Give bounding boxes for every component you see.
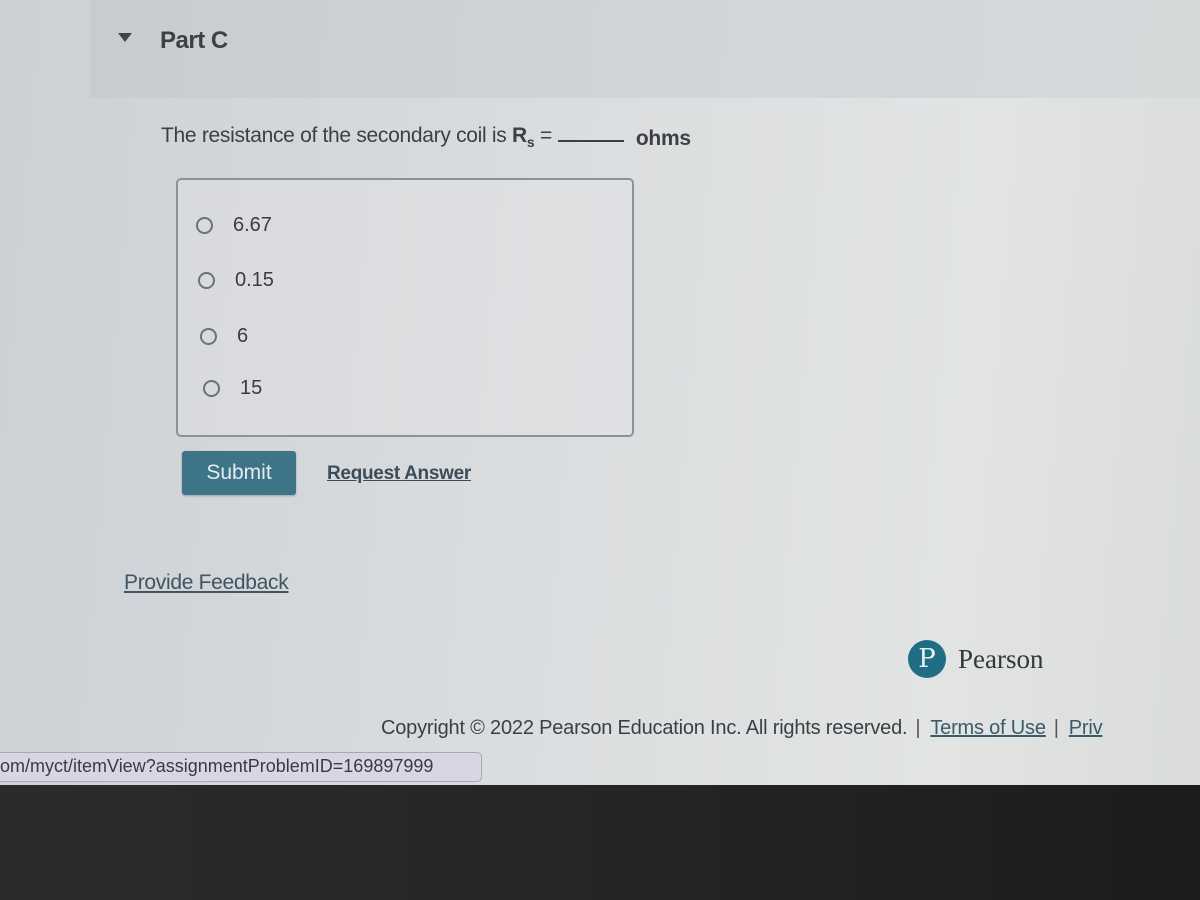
page-background: Part C The resistance of the secondary c…: [0, 0, 1200, 785]
provide-feedback-link[interactable]: Provide Feedback: [124, 571, 289, 595]
submit-button[interactable]: Submit: [182, 451, 296, 495]
terms-of-use-link[interactable]: Terms of Use: [930, 717, 1046, 739]
part-title: Part C: [160, 27, 228, 54]
option-label: 15: [240, 377, 263, 399]
copyright-text: Copyright © 2022 Pearson Education Inc. …: [381, 717, 908, 739]
answer-options: 6.67 0.15 6 15: [176, 178, 634, 437]
option-15[interactable]: 15: [203, 377, 262, 400]
answer-blank: [557, 140, 624, 142]
question-subscript: s: [526, 134, 535, 151]
triangle-down-icon[interactable]: [118, 33, 132, 42]
monitor-bezel: [0, 785, 1200, 900]
part-header[interactable]: [90, 0, 1200, 98]
equals-sign: =: [539, 124, 552, 147]
option-6-67[interactable]: 6.67: [196, 214, 272, 237]
pearson-logo: P Pearson: [908, 640, 1043, 678]
radio-button[interactable]: [198, 272, 215, 289]
privacy-link[interactable]: Priv: [1069, 717, 1103, 739]
request-answer-link[interactable]: Request Answer: [327, 463, 471, 485]
option-label: 6.67: [233, 214, 272, 236]
option-6[interactable]: 6: [200, 325, 248, 348]
pearson-p-icon: P: [908, 640, 946, 678]
option-label: 0.15: [235, 269, 274, 291]
question-variable: R: [512, 124, 527, 147]
footer-separator: |: [915, 717, 921, 739]
status-bar-url: om/myct/itemView?assignmentProblemID=169…: [0, 752, 482, 782]
unit-label: ohms: [635, 127, 691, 150]
footer: Copyright © 2022 Pearson Education Inc. …: [381, 717, 1103, 740]
radio-button[interactable]: [203, 380, 220, 397]
pearson-wordmark: Pearson: [958, 643, 1044, 674]
footer-separator: |: [1053, 717, 1059, 739]
radio-button[interactable]: [200, 328, 217, 345]
radio-button[interactable]: [196, 217, 213, 234]
option-0-15[interactable]: 0.15: [198, 269, 274, 292]
question-text: The resistance of the secondary coil is …: [161, 124, 691, 150]
option-label: 6: [237, 325, 249, 347]
question-prefix: The resistance of the secondary coil is: [161, 124, 513, 147]
